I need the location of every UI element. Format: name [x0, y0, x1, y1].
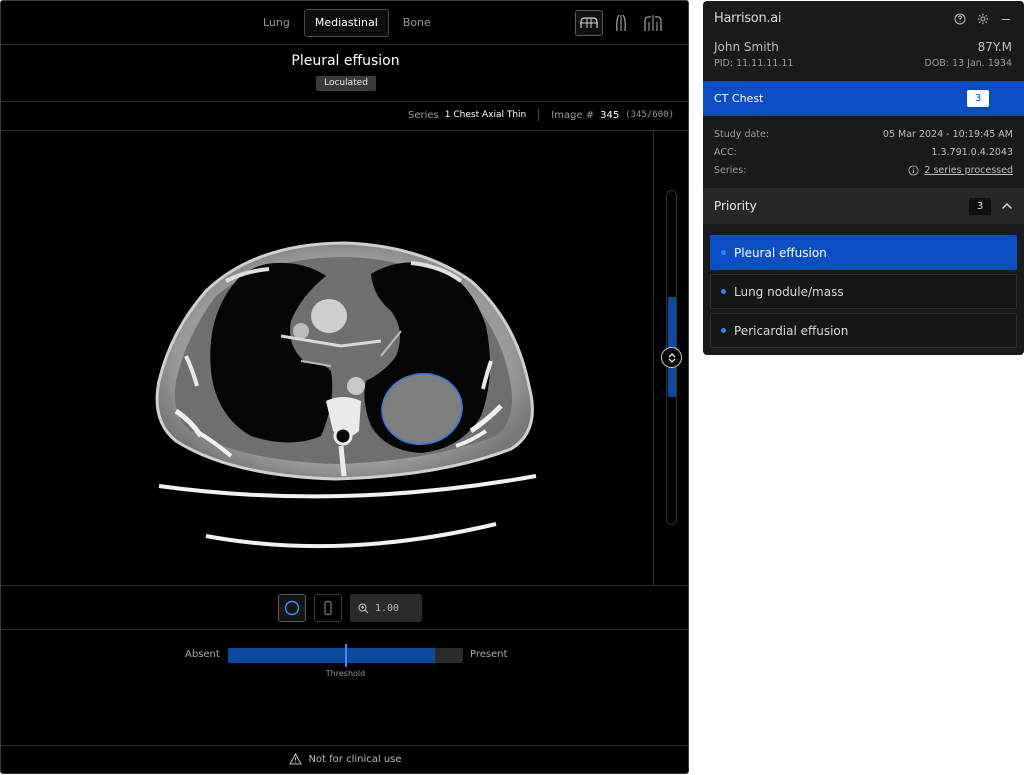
zoom-control[interactable]: 1.00 — [350, 594, 422, 622]
series-count-value: 2 series processed — [908, 165, 1013, 176]
viewer-toolbar: 1.00 — [278, 594, 422, 622]
chevron-up-icon[interactable] — [1001, 202, 1013, 210]
image-viewer: Lung Mediastinal Bone Pleural effusion L… — [0, 0, 689, 774]
settings-button[interactable] — [976, 12, 989, 25]
divider — [653, 131, 654, 586]
findings-panel: Harrison.ai John Smith 87Y.M PID: 11.11.… — [703, 1, 1024, 355]
absent-label: Absent — [185, 649, 220, 660]
patient-name: John Smith — [714, 40, 779, 54]
image-range: (345/600) — [625, 110, 674, 120]
image-number: 345 — [600, 109, 620, 121]
axial-plane-icon — [580, 17, 598, 28]
zoom-in-icon — [358, 602, 369, 613]
patient-row: John Smith 87Y.M — [714, 40, 1012, 54]
threshold-fill — [228, 648, 435, 663]
accession-value: 1.3.791.0.4.2043 — [931, 147, 1013, 158]
sagittal-plane-icon — [616, 14, 626, 32]
contour-toggle-button[interactable] — [278, 594, 306, 622]
ct-scan-image[interactable] — [1, 131, 653, 586]
disclaimer: Not for clinical use — [1, 753, 690, 765]
priority-count-badge: 3 — [969, 197, 991, 215]
accession-row: ACC: 1.3.791.0.4.2043 — [714, 147, 1013, 158]
slice-scroll-handle[interactable] — [661, 347, 682, 368]
finding-dot — [721, 289, 726, 294]
chevron-up-down-icon — [668, 352, 675, 363]
image-label: Image # — [551, 109, 595, 121]
help-button[interactable] — [953, 12, 966, 25]
divider — [1, 101, 688, 102]
series-label: Series — [408, 109, 439, 121]
study-date-label: Study date: — [714, 129, 770, 140]
series-processed-link[interactable]: 2 series processed — [924, 165, 1013, 176]
series-count-label: Series: — [714, 165, 747, 176]
disclaimer-text: Not for clinical use — [308, 753, 402, 765]
finding-dot — [721, 250, 726, 255]
threshold-marker[interactable] — [344, 644, 347, 667]
finding-label: Pleural effusion — [734, 245, 827, 260]
study-date-value: 05 Mar 2024 - 10:19:45 AM — [882, 129, 1013, 140]
finding-label: Lung nodule/mass — [734, 284, 844, 299]
help-icon — [954, 13, 965, 24]
warning-icon — [289, 753, 303, 765]
tab-lung[interactable]: Lung — [253, 9, 300, 37]
tab-mediastinal[interactable]: Mediastinal — [303, 9, 389, 37]
info-icon — [908, 165, 919, 176]
threshold-label: Threshold — [325, 669, 366, 678]
patient-age: 87Y.M — [977, 40, 1012, 54]
finding-item-pericardial-effusion[interactable]: Pericardial effusion — [710, 313, 1017, 348]
patient-id: PID: 11.11.11.11 — [714, 58, 794, 69]
study-date-row: Study date: 05 Mar 2024 - 10:19:45 AM — [714, 129, 1013, 140]
coronal-plane-icon — [644, 15, 662, 31]
tab-bone[interactable]: Bone — [393, 9, 441, 37]
finding-dot — [721, 328, 726, 333]
finding-tag: Loculated — [316, 76, 376, 91]
study-header[interactable]: CT Chest 3 — [703, 81, 1024, 116]
rectangle-icon — [324, 600, 332, 616]
finding-item-lung-nodule[interactable]: Lung nodule/mass — [710, 274, 1017, 309]
zoom-value: 1.00 — [375, 602, 400, 614]
brand-logo: Harrison.ai — [714, 11, 782, 26]
sagittal-view-button[interactable] — [607, 10, 635, 36]
accession-label: ACC: — [714, 147, 737, 158]
bounding-box-button[interactable] — [314, 594, 342, 622]
study-count-badge: 3 — [967, 90, 989, 107]
finding-title: Pleural effusion — [291, 53, 400, 69]
circle-contour-icon — [284, 600, 300, 616]
finding-label: Pericardial effusion — [734, 323, 849, 338]
axial-view-button[interactable] — [575, 10, 603, 36]
panel-controls — [953, 12, 1012, 25]
series-row: Series: 2 series processed — [714, 165, 1013, 176]
divider — [1, 585, 688, 586]
patient-ids-row: PID: 11.11.11.11 DOB: 13 Jan. 1934 — [714, 58, 1012, 69]
divider — [1, 745, 688, 746]
priority-label: Priority — [714, 199, 757, 213]
series-info: Series 1 Chest Axial Thin Image # 345 (3… — [408, 109, 674, 121]
coronal-view-button[interactable] — [639, 10, 667, 36]
plane-selector — [575, 10, 667, 36]
minimize-button[interactable] — [999, 12, 1012, 25]
minimize-icon — [1001, 18, 1010, 20]
window-preset-tabs: Lung Mediastinal Bone — [253, 9, 441, 37]
gear-icon — [977, 13, 988, 24]
patient-dob: DOB: 13 Jan. 1934 — [924, 58, 1013, 69]
priority-section-header[interactable]: Priority 3 — [703, 188, 1024, 224]
finding-item-pleural-effusion[interactable]: Pleural effusion — [710, 235, 1017, 270]
divider — [1, 629, 688, 630]
separator — [538, 109, 540, 121]
study-title: CT Chest — [714, 92, 764, 105]
present-label: Present — [470, 649, 508, 660]
divider — [1, 44, 688, 45]
series-value: 1 Chest Axial Thin — [444, 110, 527, 120]
